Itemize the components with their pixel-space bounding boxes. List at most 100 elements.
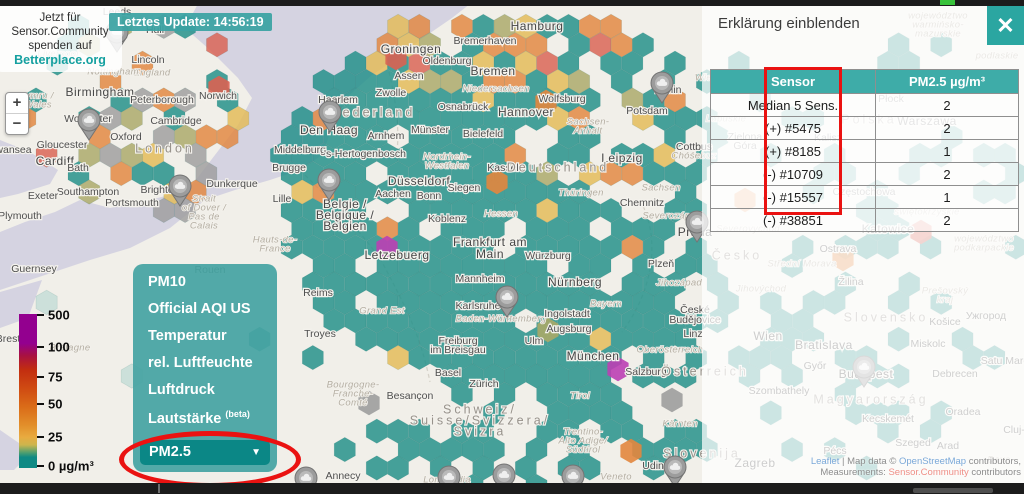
menu-item-temperatur[interactable]: Temperatur [133, 328, 277, 344]
map-label: Plzeň [648, 258, 674, 270]
map-label: Osnabrück [438, 101, 490, 113]
betterplace-link[interactable]: Betterplace.org [0, 53, 120, 67]
zoom-out-button[interactable]: − [6, 114, 28, 134]
table-row: (+) #81851 [711, 140, 1019, 163]
red-ellipse-annotation [119, 431, 301, 488]
table-cell: 1 [876, 140, 1019, 163]
legend-tick-mark [37, 403, 44, 405]
table-row: (-) #155571 [711, 186, 1019, 209]
map-label: France [259, 244, 290, 255]
donation-line: spenden auf [0, 39, 120, 53]
map-label: Ulm [525, 335, 544, 347]
menu-beta-label: Lautstärke [148, 411, 221, 427]
map-label: Siegen [448, 182, 481, 194]
legend-tick-label: 75 [48, 370, 62, 385]
map-label: Bielefeld [463, 128, 503, 140]
table-header-1: PM2.5 µg/m³ [876, 70, 1019, 94]
map-label: Kärnten [662, 419, 697, 430]
legend-tick-mark [37, 346, 44, 348]
map-label: Lincoln [131, 54, 164, 66]
map-label: Grand Est [359, 306, 405, 317]
map-label: Hamburg [511, 19, 564, 33]
map-label: Comté [338, 398, 367, 409]
map-label: Thüringen [558, 188, 603, 199]
map-label: Nederland [331, 105, 416, 119]
map-label: Augsburg [547, 323, 592, 335]
map-label: Svizra [454, 424, 507, 438]
attribution-link[interactable]: OpenStreetMap [899, 456, 966, 467]
legend-tick-mark [37, 436, 44, 438]
map-label: Assen [394, 70, 423, 82]
close-icon[interactable]: ✕ [987, 6, 1024, 45]
map-label: Exeter [28, 190, 59, 202]
map-label: Bremen [470, 64, 515, 78]
map-label: Tirol [570, 391, 590, 402]
map-label: Plymouth [0, 210, 42, 222]
menu-beta-suffix: (beta) [225, 409, 250, 419]
map-label: Oberösterreich [636, 345, 703, 356]
map-label: Westfalen [425, 161, 470, 172]
sensor-table-head: SensorPM2.5 µg/m³ [711, 70, 1019, 94]
menu-item-luftdruck[interactable]: Luftdruck [133, 382, 277, 398]
menu-item-pm10[interactable]: PM10 [133, 274, 277, 290]
map-label: Reims [303, 287, 333, 299]
map-label: Mannheim [455, 273, 504, 285]
legend-tick-mark [37, 465, 44, 467]
donation-text: Jetzt fürSensor.Communityspenden auf [0, 11, 120, 53]
map-label: Chemnitz [620, 197, 664, 209]
map-label: Baden-Württemberg [456, 314, 547, 325]
bottom-bar [0, 483, 1024, 494]
map-label: Aachen [375, 188, 411, 200]
map-label: Hannover [498, 105, 554, 119]
map-label: Annecy [325, 470, 361, 482]
table-row: (+) #54752 [711, 117, 1019, 140]
attribution-line-2: Measurements: Sensor.Community contribut… [811, 467, 1021, 478]
map-label: Bath [67, 162, 89, 174]
legend-tick-label: 500 [48, 308, 70, 323]
map-label: Wolfsburg [538, 93, 585, 105]
attribution-brand[interactable]: Sensor.Community [888, 467, 968, 478]
map-label: Basel [435, 367, 461, 379]
legend-tick-label: 50 [48, 397, 62, 412]
sensor-table: SensorPM2.5 µg/m³ Median 5 Sens.2(+) #54… [710, 69, 1019, 232]
map-label: Südtirol [566, 445, 601, 456]
donation-box: Jetzt fürSensor.Communityspenden auf Bet… [0, 5, 122, 72]
map-label: Würzburg [525, 250, 571, 262]
legend-tick-label: 100 [48, 340, 70, 355]
color-scale-legend: 5001007550250 µg/m³ [0, 305, 110, 480]
map-label: London [135, 141, 195, 155]
zoom-in-button[interactable]: + [6, 93, 28, 114]
table-cell: 2 [876, 163, 1019, 186]
menu-item-rel-luftfeuchte[interactable]: rel. Luftfeuchte [133, 355, 277, 371]
menu-item-lautstaerke[interactable]: Lautstärke (beta) [133, 409, 277, 427]
panel-heading: Erklärung einblenden [718, 15, 860, 32]
menu-item-official-aqi-us[interactable]: Official AQI US [133, 301, 277, 317]
map-label: 's-Hertogenbosch [324, 148, 406, 160]
table-cell: 1 [876, 186, 1019, 209]
attribution-link[interactable]: Leaflet [811, 456, 840, 467]
attribution-line-1: Leaflet | Map data © OpenStreetMap contr… [811, 456, 1021, 467]
map-label: Deutschland [507, 160, 610, 174]
legend-tick-mark [37, 376, 44, 378]
map-label: Besançon [387, 390, 434, 402]
map-label: Sachsen [641, 183, 680, 194]
map-label: Lille [273, 193, 292, 205]
map-label: Veneto [600, 472, 632, 483]
map-label: Calais [190, 221, 218, 232]
legend-tick-label: 25 [48, 430, 62, 445]
map-label: Portsmouth [105, 197, 159, 209]
map-label: Middelburg [274, 144, 326, 156]
map-label: Hessen [484, 209, 518, 220]
map-label: Oldenburg [422, 55, 471, 67]
table-cell: 2 [876, 117, 1019, 140]
map-label: Norwich [199, 90, 237, 102]
map-label: München [567, 349, 620, 363]
map-label: Düsseldorf [388, 174, 451, 188]
map-label: Brugge [272, 162, 306, 174]
last-update-badge: Letztes Update: 14:56:19 [109, 13, 272, 31]
map-label: Letzebuerg [364, 248, 429, 262]
bottom-bar-tick [158, 484, 160, 493]
map-label: Bonn [417, 190, 442, 202]
table-row: (-) #107092 [711, 163, 1019, 186]
attribution-text: contributors, [966, 456, 1021, 467]
